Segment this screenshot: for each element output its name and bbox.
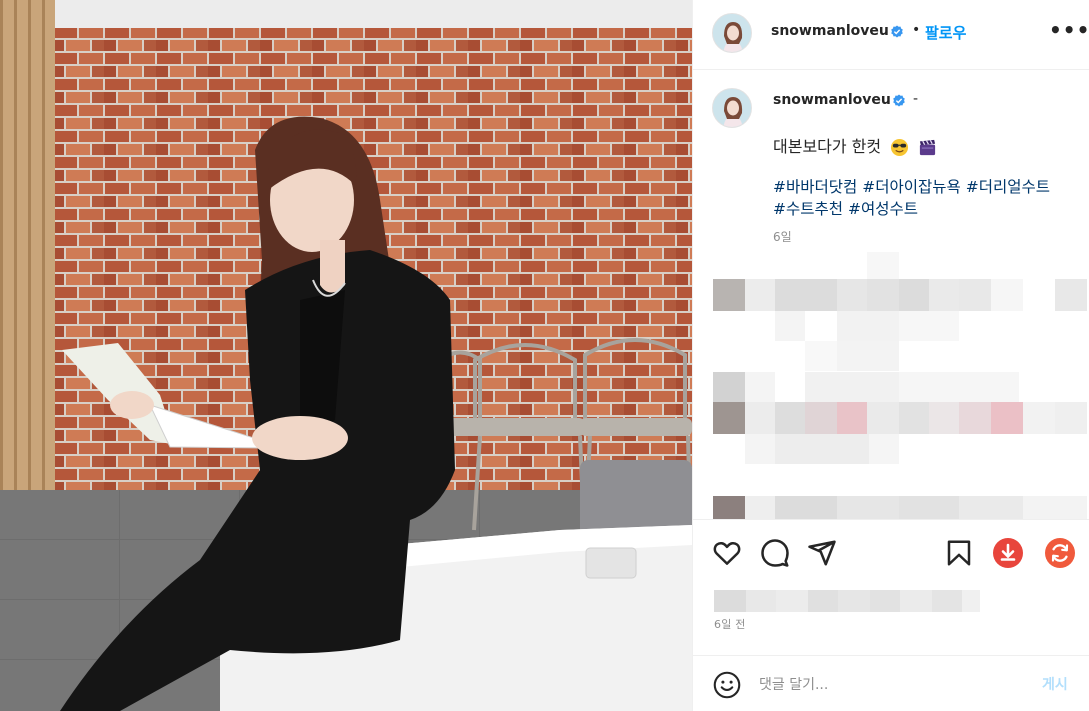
caption-dash: -: [913, 91, 919, 107]
separator-dot: •: [912, 22, 921, 38]
share-icon[interactable]: [807, 538, 837, 568]
comment-bar: 게시: [693, 655, 1089, 711]
username[interactable]: snowmanloveu: [771, 23, 889, 39]
blurred-likes: [714, 590, 980, 612]
download-icon[interactable]: [992, 537, 1024, 569]
avatar[interactable]: [712, 13, 752, 53]
post-header: snowmanloveu • 팔로우 •••: [693, 0, 1089, 70]
verified-badge-icon: [893, 94, 905, 107]
hashtag-link[interactable]: #수트추천: [773, 200, 843, 218]
hashtag-link[interactable]: #바바더닷컴: [773, 178, 857, 196]
emoji-picker-icon[interactable]: [713, 671, 741, 699]
hashtag-list: #바바더닷컴 #더아이잡뉴욕 #더리얼수트 #수트추천 #여성수트: [773, 176, 1063, 220]
heart-icon[interactable]: [712, 538, 742, 568]
caption-username[interactable]: snowmanloveu: [773, 92, 891, 108]
more-options-icon[interactable]: •••: [1049, 20, 1089, 40]
sunglasses-emoji-icon: [891, 138, 909, 157]
caption-age[interactable]: 6일: [773, 228, 792, 245]
posted-time[interactable]: 6일 전: [714, 616, 746, 632]
comment-input[interactable]: [759, 673, 1019, 697]
follow-button[interactable]: 팔로우: [925, 22, 966, 43]
caption-body: 대본보다가 한컷: [773, 137, 882, 156]
refresh-icon[interactable]: [1044, 537, 1076, 569]
caption-avatar[interactable]: [712, 88, 752, 128]
hashtag-link[interactable]: #여성수트: [848, 200, 918, 218]
hashtag-link[interactable]: #더아이잡뉴욕: [862, 178, 961, 196]
caption-text: 대본보다가 한컷: [773, 133, 937, 157]
verified-badge-icon: [891, 25, 903, 38]
hashtag-link[interactable]: #더리얼수트: [966, 178, 1050, 196]
comment-icon[interactable]: [760, 538, 790, 568]
blurred-comments: [713, 252, 1087, 520]
post-comment-button[interactable]: 게시: [1042, 674, 1068, 694]
post-image[interactable]: [0, 0, 692, 711]
post-actions: [693, 519, 1089, 581]
post-detail-panel: snowmanloveu • 팔로우 ••• snowmanloveu - 대본…: [692, 0, 1089, 711]
clapperboard-emoji-icon: [920, 139, 936, 156]
bookmark-icon[interactable]: [944, 538, 974, 568]
